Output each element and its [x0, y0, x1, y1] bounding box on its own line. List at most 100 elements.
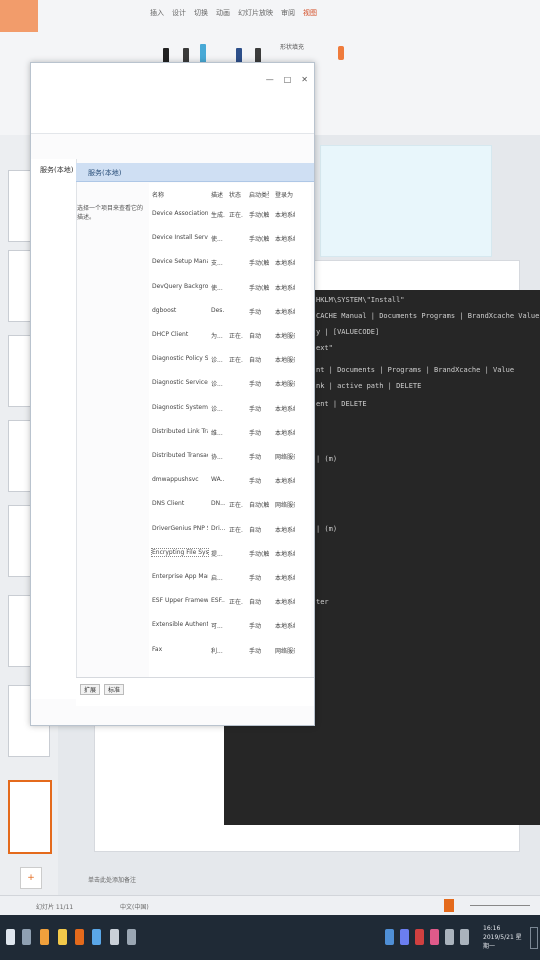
tab-design[interactable]: 设计: [172, 8, 186, 18]
service-startup-type: 手动(触发...: [249, 284, 269, 292]
console-line: ter: [316, 598, 329, 606]
table-row[interactable]: Diagnostic System Host诊... 手动 本地系统: [149, 397, 311, 419]
tab-review[interactable]: 审阅: [281, 8, 295, 18]
console-line: y | [VALUECODE]: [316, 328, 380, 336]
taskbar: 16:16 2019/5/21 星期一: [0, 915, 540, 960]
service-logon: 本地系统: [275, 260, 295, 268]
tray-app-icon[interactable]: [385, 929, 394, 945]
service-desc: 支...: [211, 260, 223, 268]
services-list[interactable]: 名称描述状态启动类型登录为 Device Association Service生…: [149, 183, 311, 679]
tray-app-icon[interactable]: [415, 929, 424, 945]
service-startup-type: 手动(触发...: [249, 212, 269, 219]
zoom-slider[interactable]: [470, 905, 530, 906]
file-tab[interactable]: [0, 0, 38, 32]
service-status: 正在...: [229, 526, 243, 534]
service-logon: 本地系统: [275, 599, 295, 607]
service-name: Diagnostic Service Host: [152, 379, 208, 387]
service-startup-type: 手动(触发...: [249, 550, 269, 558]
tab-view[interactable]: 视图: [303, 8, 317, 18]
services-app-icon[interactable]: [110, 929, 119, 945]
table-row[interactable]: DriverGenius PNP ServiceDri... 正在... 自动 本地系…: [149, 518, 311, 540]
tray-app-icon[interactable]: [430, 929, 439, 945]
notification-center-icon[interactable]: [530, 927, 538, 949]
eraser-icon[interactable]: [338, 46, 344, 60]
powerpoint-icon[interactable]: [75, 929, 84, 945]
column-header-name[interactable]: 名称: [152, 190, 208, 199]
table-row[interactable]: Extensible Authenticatio...可... 手动 本地系统: [149, 614, 311, 636]
clock-time: 16:16: [483, 925, 501, 932]
table-row[interactable]: ESF Upper Framework S...ESF... 正在... 自动 本地系…: [149, 590, 311, 612]
table-row[interactable]: Enterprise App Manage...启... 手动 本地系统: [149, 566, 311, 588]
tab-standard[interactable]: 标准: [104, 684, 125, 695]
service-logon: 本地系统: [275, 212, 295, 219]
table-row[interactable]: Device Install Service使... 手动(触发... 本地系统: [149, 227, 311, 249]
slideshow-view-icon[interactable]: [444, 899, 454, 912]
column-header-logon-as[interactable]: 登录为: [275, 190, 295, 199]
table-row[interactable]: DHCP Client 为... 正在... 自动 本地服务: [149, 324, 311, 346]
maximize-icon[interactable]: □: [284, 75, 292, 84]
console-line: CACHE Manual | Documents Programs | Bran…: [316, 312, 540, 320]
table-row[interactable]: Distributed Link Tracking...维... 手动 本地系统: [149, 421, 311, 443]
add-slide-icon[interactable]: +: [20, 867, 42, 889]
table-row[interactable]: dmwappushsvc WA... 手动 本地系统: [149, 469, 311, 491]
service-desc: 维...: [211, 429, 223, 437]
table-row[interactable]: Diagnostic Service Host诊... 手动 本地服务: [149, 372, 311, 394]
service-name: Encrypting File System (E...: [151, 547, 209, 557]
table-row[interactable]: Fax 利... 手动 网络服务: [149, 639, 311, 661]
service-desc: WA...: [211, 476, 225, 484]
tray-app-icon[interactable]: [400, 929, 409, 945]
service-name: Distributed Link Tracking...: [152, 427, 208, 435]
services-header: 服务(本地): [76, 163, 314, 182]
tab-animations[interactable]: 动画: [216, 8, 230, 18]
folder-icon[interactable]: [58, 929, 67, 945]
service-logon: 本地服务: [275, 381, 295, 389]
shape-fill-label[interactable]: 形状填充: [280, 42, 304, 51]
start-icon[interactable]: [6, 929, 15, 945]
console-app-icon[interactable]: [127, 929, 136, 945]
console-line: ent | DELETE: [316, 400, 367, 408]
tab-transitions[interactable]: 切换: [194, 8, 208, 18]
console-line: | (m): [316, 525, 338, 533]
tab-slideshow[interactable]: 幻灯片放映: [238, 8, 273, 18]
service-name: DriverGenius PNP Service: [152, 524, 208, 532]
console-line: | (m): [316, 455, 338, 463]
file-explorer-icon[interactable]: [40, 929, 49, 945]
search-icon[interactable]: [22, 929, 31, 945]
service-logon: 本地系统: [275, 429, 295, 437]
slide-thumbnail-active[interactable]: [8, 780, 52, 854]
browser-icon[interactable]: [92, 929, 101, 945]
close-icon[interactable]: ✕: [301, 75, 308, 84]
notes-placeholder[interactable]: 单击此处添加备注: [88, 875, 136, 884]
clock[interactable]: 16:16 2019/5/21 星期一: [483, 924, 527, 951]
table-row[interactable]: Device Setup Manager支... 手动(触发... 本地系统: [149, 251, 311, 273]
volume-icon[interactable]: [460, 929, 469, 945]
service-startup-type: 手动: [249, 623, 262, 631]
service-name: Fax: [152, 645, 163, 653]
minimize-icon[interactable]: —: [266, 75, 274, 84]
column-header-startup-type[interactable]: 启动类型: [249, 190, 269, 199]
services-window[interactable]: — □ ✕ 服务(本地) 服务(本地) 选择一个项目来查看它的描述。 名称 描述状…: [30, 62, 315, 726]
tab-insert[interactable]: 插入: [150, 8, 164, 18]
service-status: 正在...: [229, 502, 243, 510]
table-row[interactable]: Diagnostic Policy Service诊... 正在... 自动 本地服务: [149, 348, 311, 370]
service-name: DevQuery Background D...: [152, 282, 208, 290]
network-icon[interactable]: [445, 929, 454, 945]
service-status: 正在...: [229, 357, 243, 365]
table-row[interactable]: DNS Client DN... 正在... 自动(触发... 网络服务: [149, 493, 311, 515]
ribbon-tabs: 插入 设计 切换 动画 幻灯片放映 审阅 视图: [150, 8, 317, 18]
service-logon: 本地系统: [275, 236, 295, 244]
column-header-description[interactable]: 描述: [211, 190, 225, 199]
table-row[interactable]: DevQuery Background D...使... 手动(触发... 本地系统: [149, 276, 311, 298]
service-desc: 诊...: [211, 381, 223, 389]
column-header-status[interactable]: 状态: [229, 190, 243, 199]
table-row[interactable]: Distributed Transaction C...协... 手动 网络服务: [149, 445, 311, 467]
service-logon: 本地服务: [275, 333, 295, 340]
table-row[interactable]: dgboost Des... 手动 本地系统: [149, 300, 311, 322]
service-desc: 使...: [211, 284, 223, 292]
table-row[interactable]: Device Association Service生成... 正在... 手动(触…: [149, 203, 311, 225]
tab-extended[interactable]: 扩展: [80, 684, 101, 695]
services-titlebar[interactable]: — □ ✕: [31, 63, 314, 134]
service-name: Device Install Service: [152, 234, 208, 242]
table-row[interactable]: Encrypting File System (E...提... 手动(触发...…: [149, 542, 311, 564]
tree-item-services-local[interactable]: 服务(本地): [40, 165, 73, 175]
